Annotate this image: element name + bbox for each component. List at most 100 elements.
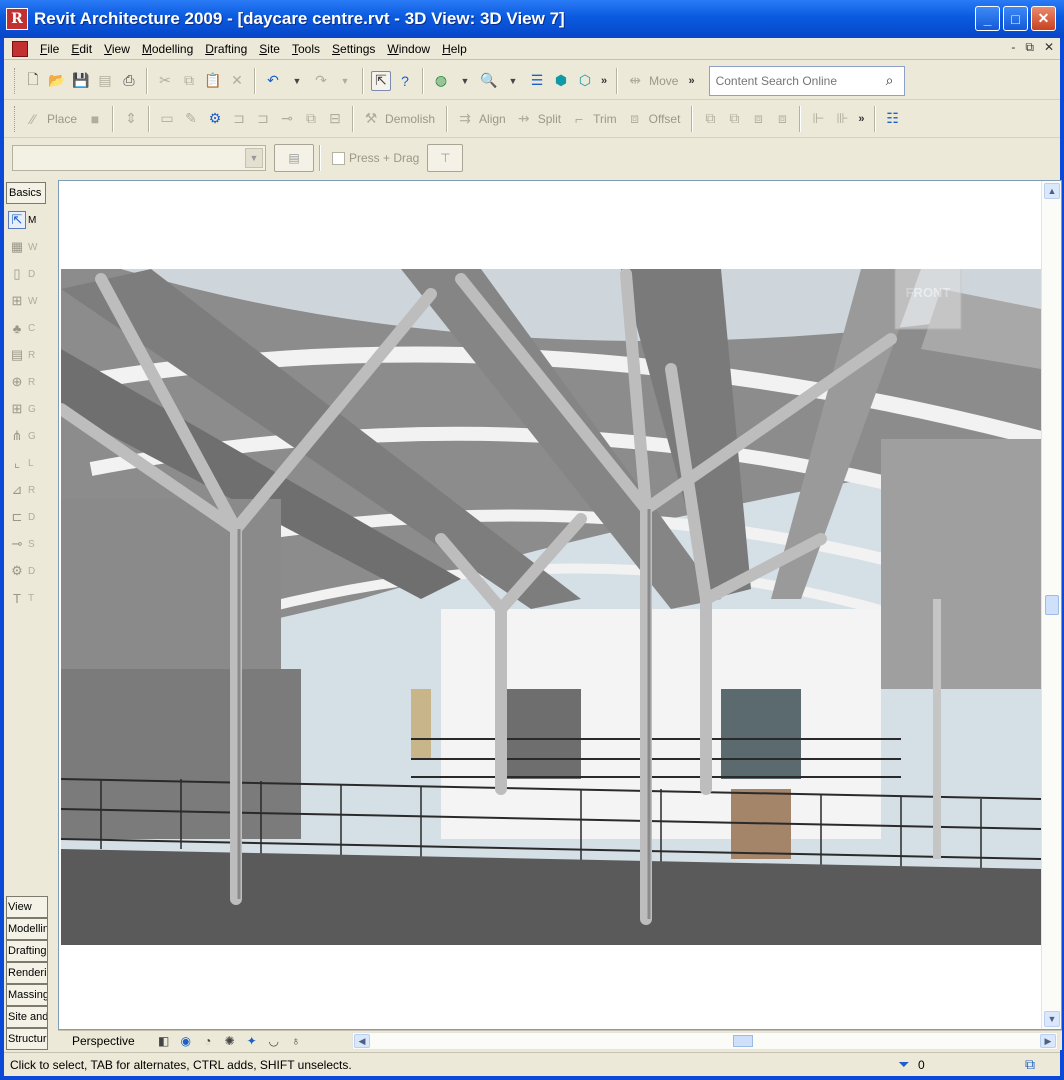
design-bar-tab-structure[interactable]: Structure — [6, 1028, 48, 1050]
design-bar-tab-rendering[interactable]: Rendering — [6, 962, 48, 984]
undo-icon[interactable]: ↶ — [263, 71, 283, 91]
type-selector-icon[interactable]: ■ — [85, 109, 105, 129]
design-tool-dimension[interactable]: ⊏ D — [8, 505, 48, 529]
scroll-left-arrow-icon[interactable]: ◀ — [354, 1034, 370, 1048]
scroll-right-arrow-icon[interactable]: ▶ — [1040, 1034, 1056, 1048]
copy-icon[interactable]: ⧉ — [179, 71, 199, 91]
design-tool-section[interactable]: ⊸ S — [8, 532, 48, 556]
trim-button[interactable]: Trim — [593, 112, 617, 126]
thin-lines-icon[interactable]: ☰ — [527, 71, 547, 91]
close-button[interactable]: ✕ — [1031, 6, 1056, 31]
demolish-button[interactable]: Demolish — [385, 112, 435, 126]
design-tool-wall[interactable]: ▦ W — [8, 235, 48, 259]
join-geometry-icon[interactable]: ⚙ — [205, 109, 225, 129]
design-bar-tab-drafting[interactable]: Drafting — [6, 940, 48, 962]
filter-icon[interactable]: ⏷ — [894, 1055, 914, 1075]
basics-tab[interactable]: Basics — [6, 182, 46, 204]
sun-icon[interactable]: ✺ — [221, 1033, 239, 1049]
horizontal-scrollbar[interactable]: ◀ ▶ — [352, 1032, 1058, 1050]
minimize-button[interactable]: _ — [975, 6, 1000, 31]
worksharing-icon[interactable]: ⧉ — [1020, 1055, 1040, 1075]
new-file-icon[interactable]: 🗋 — [23, 71, 43, 91]
selection-filter[interactable]: ⏷ 0 — [894, 1055, 924, 1075]
modify-icon[interactable]: ⇱ — [371, 70, 391, 91]
menu-modelling[interactable]: Modelling — [136, 42, 199, 56]
toolbar-options-icon[interactable]: ☷ — [883, 109, 903, 129]
offset-button[interactable]: Offset — [649, 112, 681, 126]
design-bar-tab-massing[interactable]: Massing — [6, 984, 48, 1006]
double-chevron-icon[interactable]: ⇕ — [121, 109, 141, 129]
design-tool-door[interactable]: ▯ D — [8, 262, 48, 286]
align-icon[interactable]: ⇉ — [455, 109, 475, 129]
undo-dropdown-icon[interactable]: ▼ — [287, 71, 307, 91]
zoom-dropdown-icon[interactable]: ▼ — [503, 71, 523, 91]
paint-icon[interactable]: ✎ — [181, 109, 201, 129]
more-edit-chevron[interactable]: » — [688, 75, 694, 87]
element-properties-button[interactable]: ▤ — [274, 144, 314, 172]
scroll-down-arrow-icon[interactable]: ▼ — [1044, 1011, 1060, 1027]
place-icon[interactable]: ⁄⁄ — [23, 109, 43, 129]
menu-help[interactable]: Help — [436, 42, 473, 56]
orbit-icon[interactable]: ⬡ — [575, 71, 595, 91]
more-tools-chevron[interactable]: » — [601, 75, 607, 87]
3d-view-window[interactable]: FRONT ▲ ▼ — [58, 180, 1062, 1030]
press-drag-option[interactable]: Press + Drag — [332, 151, 419, 165]
title-bar[interactable]: R Revit Architecture 2009 - [daycare cen… — [0, 0, 1064, 38]
demolish-icon[interactable]: ⚒ — [361, 109, 381, 129]
design-tool-grid[interactable]: ⊞ G — [8, 397, 48, 421]
vertical-scroll-thumb[interactable] — [1045, 595, 1059, 615]
toolbar-grip[interactable] — [14, 67, 17, 94]
design-bar-tab-site-and[interactable]: Site and — [6, 1006, 48, 1028]
reveal-hidden-icon[interactable]: ◡ — [265, 1033, 283, 1049]
pin-icon[interactable]: ⊩ — [808, 109, 828, 129]
match-type-icon[interactable]: ▭ — [157, 109, 177, 129]
align-button[interactable]: Align — [479, 112, 506, 126]
design-tool-room[interactable]: ⊕ R — [8, 370, 48, 394]
open-folder-icon[interactable]: 📂 — [47, 71, 67, 91]
copy-array-icon[interactable]: ⧉ — [700, 109, 720, 129]
menu-site[interactable]: Site — [253, 42, 286, 56]
menu-drafting[interactable]: Drafting — [199, 42, 253, 56]
design-tool-column[interactable]: ⋔ G — [8, 424, 48, 448]
offset-icon[interactable]: ⧈ — [625, 109, 645, 129]
save-icon[interactable]: 💾 — [71, 71, 91, 91]
wall-joins-icon[interactable]: ⊸ — [277, 109, 297, 129]
design-tool-pointer[interactable]: ⇱ M — [8, 208, 48, 232]
delete-icon[interactable]: ✕ — [227, 71, 247, 91]
design-tool-floor[interactable]: ⊿ R — [8, 478, 48, 502]
advanced-graphics-icon[interactable]: ◉ — [177, 1033, 195, 1049]
menu-file[interactable]: File — [34, 42, 65, 56]
vertical-scrollbar[interactable]: ▲ ▼ — [1041, 181, 1061, 1029]
menu-window[interactable]: Window — [381, 42, 436, 56]
place-button[interactable]: Place — [47, 112, 77, 126]
unjoin-icon[interactable]: ⊐ — [229, 109, 249, 129]
render-dialog-icon[interactable]: ♁ — [287, 1033, 305, 1049]
mirror-icon[interactable]: ⧈ — [748, 109, 768, 129]
menu-settings[interactable]: Settings — [326, 42, 381, 56]
3d-perspective-render[interactable]: FRONT — [61, 269, 1041, 945]
design-tool-roof[interactable]: ▤ R — [8, 343, 48, 367]
save-to-central-icon[interactable]: ▤ — [95, 71, 115, 91]
design-tool-detail[interactable]: ⚙ D — [8, 559, 48, 583]
toolbar-grip[interactable] — [14, 105, 17, 132]
more-modify-chevron[interactable]: » — [858, 113, 864, 125]
3d-view-icon[interactable]: ⬢ — [551, 71, 571, 91]
menu-edit[interactable]: Edit — [65, 42, 98, 56]
model-graphics-style-icon[interactable]: ◧ — [155, 1033, 173, 1049]
hide-isolate-icon[interactable]: ✦ — [243, 1033, 261, 1049]
trim-icon[interactable]: ⌐ — [569, 109, 589, 129]
press-drag-checkbox[interactable] — [332, 151, 345, 165]
filter-selection-button[interactable]: ⊤ — [427, 144, 464, 172]
doc-minimize-button[interactable]: - — [1011, 40, 1015, 55]
help-pointer-icon[interactable]: ? — [395, 71, 415, 91]
chevron-down-icon[interactable]: ▼ — [245, 148, 263, 168]
redo-icon[interactable]: ↷ — [311, 71, 331, 91]
copy-monitor-icon[interactable]: ⊟ — [325, 109, 345, 129]
redo-dropdown-icon[interactable]: ▼ — [335, 71, 355, 91]
scroll-up-arrow-icon[interactable]: ▲ — [1044, 183, 1060, 199]
print-icon[interactable]: ⎙ — [119, 71, 139, 91]
horizontal-scroll-thumb[interactable] — [733, 1035, 753, 1047]
move-button[interactable]: Move — [649, 74, 678, 88]
menu-tools[interactable]: Tools — [286, 42, 326, 56]
menu-view[interactable]: View — [98, 42, 136, 56]
